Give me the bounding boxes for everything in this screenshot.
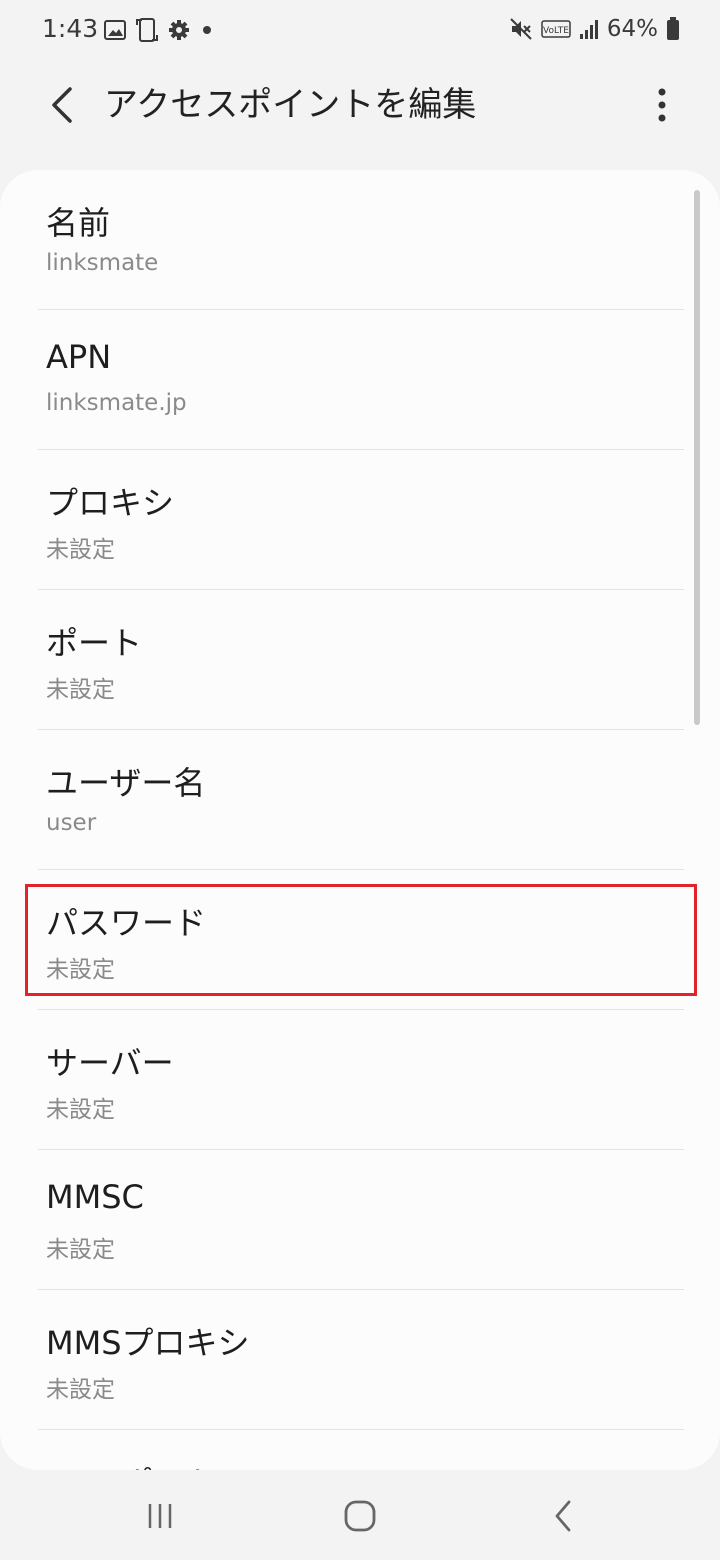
apn-settings-list: 名前 linksmate APN linksmate.jp プロキシ 未設定 ポ… xyxy=(0,170,720,1470)
list-item-port[interactable]: ポート 未設定 xyxy=(38,590,684,730)
mute-icon xyxy=(510,18,532,40)
item-value: 未設定 xyxy=(46,537,115,563)
item-title: 名前 xyxy=(46,204,111,242)
screenshot-icon xyxy=(136,18,158,42)
item-title: ユーザー名 xyxy=(46,764,206,802)
item-title: APN xyxy=(46,338,112,376)
system-icons: VoLTE 64% xyxy=(509,14,680,44)
home-icon xyxy=(344,1500,376,1532)
item-title: MMSポート xyxy=(46,1458,218,1470)
signal-icon xyxy=(579,20,598,39)
back-icon xyxy=(555,1500,571,1532)
home-button[interactable] xyxy=(330,1491,390,1541)
item-title: MMSプロキシ xyxy=(46,1324,250,1362)
recents-button[interactable] xyxy=(130,1491,190,1541)
item-value: user xyxy=(46,810,97,836)
item-value: 未設定 xyxy=(46,1097,115,1123)
gear-icon xyxy=(169,20,189,40)
volte-label: VoLTE xyxy=(543,26,569,36)
item-title: ポート xyxy=(46,624,143,662)
item-title: プロキシ xyxy=(46,484,175,522)
item-value: linksmate.jp xyxy=(46,390,187,416)
page-title: アクセスポイントを編集 xyxy=(104,85,477,125)
list-item-mms-port[interactable]: MMSポート xyxy=(38,1430,684,1470)
battery-percent: 64% xyxy=(606,16,658,42)
list-item-server[interactable]: サーバー 未設定 xyxy=(38,1010,684,1150)
item-value: 未設定 xyxy=(46,1237,115,1263)
item-value: linksmate xyxy=(46,250,159,276)
volte-icon: VoLTE xyxy=(541,20,571,38)
notification-icons xyxy=(104,16,214,44)
list-item-mmsc[interactable]: MMSC 未設定 xyxy=(38,1150,684,1290)
item-title: MMSC xyxy=(46,1178,144,1216)
image-icon xyxy=(104,20,126,40)
dot-icon xyxy=(203,26,211,34)
chevron-left-icon xyxy=(52,87,72,123)
navigation-bar xyxy=(0,1475,720,1560)
nav-back-button[interactable] xyxy=(533,1491,593,1541)
list-item-name[interactable]: 名前 linksmate xyxy=(38,170,684,310)
recents-icon xyxy=(148,1504,172,1528)
list-item-username[interactable]: ユーザー名 user xyxy=(38,730,684,870)
status-time: 1:43 xyxy=(42,14,99,43)
item-value: 未設定 xyxy=(46,677,115,703)
scrollbar[interactable] xyxy=(694,190,700,725)
battery-icon xyxy=(667,17,679,40)
app-bar: アクセスポイントを編集 xyxy=(0,60,720,150)
list-item-proxy[interactable]: プロキシ 未設定 xyxy=(38,450,684,590)
item-title: サーバー xyxy=(46,1044,174,1082)
more-options-button[interactable] xyxy=(644,80,680,130)
item-value: 未設定 xyxy=(46,1377,115,1403)
more-vert-icon xyxy=(658,88,666,122)
list-item-mms-proxy[interactable]: MMSプロキシ 未設定 xyxy=(38,1290,684,1430)
back-button[interactable] xyxy=(36,78,86,132)
highlight-box xyxy=(25,884,697,996)
list-item-apn[interactable]: APN linksmate.jp xyxy=(38,310,684,450)
status-bar: 1:43 VoLTE 64% xyxy=(0,0,720,60)
